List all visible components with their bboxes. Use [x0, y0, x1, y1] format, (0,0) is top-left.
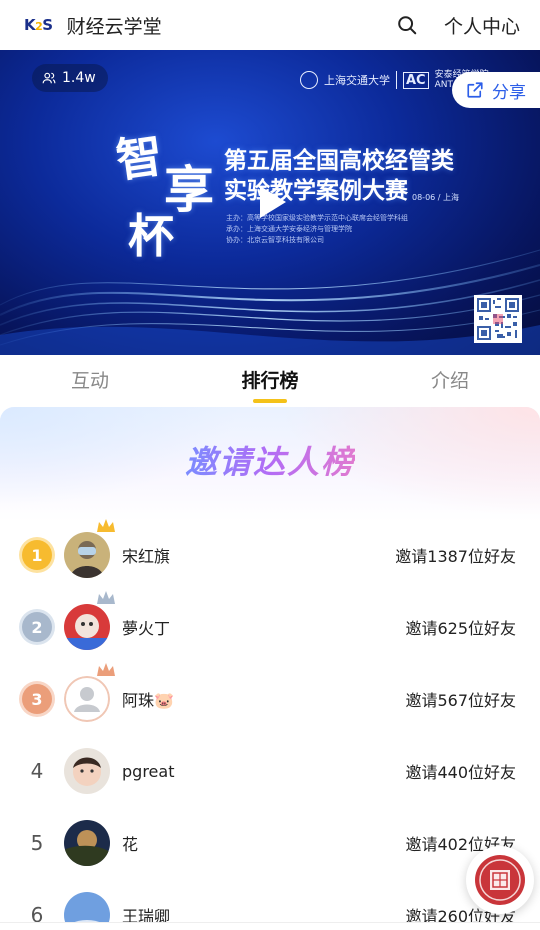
share-icon	[467, 82, 483, 98]
invite-count: 邀请1387位好友	[395, 547, 516, 566]
college-logo: AC	[403, 71, 429, 89]
viewer-count-badge: 1.4w	[32, 64, 108, 92]
profile-center-link[interactable]: 个人中心	[444, 12, 520, 39]
avatar-wrap	[64, 591, 115, 650]
silver-medal-icon: 2	[22, 612, 52, 642]
logo-letter-s: S	[42, 16, 53, 34]
play-icon[interactable]	[248, 180, 292, 224]
university-seal-icon	[300, 71, 318, 89]
bottom-edge	[0, 922, 540, 930]
invite-count: 邀请440位好友	[405, 763, 516, 782]
avatar-wrap	[64, 519, 115, 578]
avatar-wrap	[64, 820, 110, 866]
people-icon	[42, 72, 56, 84]
silver-crown-icon	[97, 591, 115, 604]
share-button[interactable]: 分享	[452, 72, 540, 108]
leaderboard-row[interactable]: 1 宋红旗 邀请1387位好友	[0, 519, 540, 591]
leaderboard-title-text: 邀请达人榜	[184, 443, 355, 481]
avatar[interactable]	[64, 532, 110, 578]
tab-leaderboard[interactable]: 排行榜	[210, 355, 330, 407]
brand-char-1: 智	[112, 128, 166, 188]
invite-count: 邀请625位好友	[405, 619, 516, 638]
logo-divider	[396, 71, 397, 89]
competition-date-place: 08-06 / 上海	[412, 193, 460, 202]
top-bar: K2S 财经云学堂 个人中心	[0, 0, 540, 50]
gold-crown-icon	[97, 519, 115, 532]
rank-number: 4	[30, 759, 44, 783]
avatar[interactable]	[64, 604, 110, 650]
share-label: 分享	[492, 82, 526, 103]
invite-count: 邀请567位好友	[405, 691, 516, 710]
leaderboard-row[interactable]: 4 pgreat 邀请440位好友	[0, 735, 540, 807]
rank-number: 5	[30, 831, 44, 855]
rank-cell: 2	[22, 612, 64, 642]
rank-cell: 4	[22, 759, 64, 783]
leaderboard-row[interactable]: 5 花 邀请402位好友	[0, 807, 540, 879]
leaderboard-panel: 邀请达人榜 1 宋红旗 邀请1387位好友 2 夢火丁 邀请625位好友 3 阿…	[0, 407, 540, 930]
viewer-count: 1.4w	[62, 70, 96, 86]
leaderboard-row[interactable]: 2 夢火丁 邀请625位好友	[0, 591, 540, 663]
leaderboard-list: 1 宋红旗 邀请1387位好友 2 夢火丁 邀请625位好友 3 阿珠🐷 邀请5…	[0, 519, 540, 930]
user-name: 夢火丁	[122, 619, 171, 638]
leaderboard-row[interactable]: 3 阿珠🐷 邀请567位好友	[0, 663, 540, 735]
tab-introduction[interactable]: 介绍	[390, 355, 510, 407]
gold-medal-icon: 1	[22, 540, 52, 570]
avatar[interactable]	[64, 820, 110, 866]
competition-title-line1: 第五届全国高校经管类	[224, 148, 454, 174]
floating-seal-button[interactable]	[466, 846, 534, 914]
user-name: pgreat	[122, 761, 175, 781]
rank-cell: 5	[22, 831, 64, 855]
university-name: 上海交通大学	[324, 74, 390, 87]
seal-stamp-icon	[475, 855, 525, 905]
leaderboard-title: 邀请达人榜	[0, 437, 540, 483]
avatar-wrap	[64, 663, 115, 722]
default-avatar-icon[interactable]	[64, 676, 110, 722]
bronze-medal-icon: 3	[22, 684, 52, 714]
bronze-crown-icon	[97, 663, 115, 676]
qr-code-icon	[474, 295, 522, 343]
avatar[interactable]	[64, 748, 110, 794]
rank-cell: 3	[22, 684, 64, 714]
tab-bar: 互动 排行榜 介绍	[0, 355, 540, 407]
organizer-line: 承办：上海交通大学安泰经济与管理学院	[226, 225, 352, 233]
brand-char-3: 杯	[128, 209, 174, 263]
user-name: 花	[122, 835, 139, 854]
search-button[interactable]	[392, 10, 422, 40]
app-logo[interactable]: K2S	[24, 16, 53, 34]
app-title: 财经云学堂	[66, 15, 162, 38]
rank-cell: 1	[22, 540, 64, 570]
tab-interaction[interactable]: 互动	[30, 355, 150, 407]
avatar-wrap	[64, 748, 110, 794]
user-name: 阿珠🐷	[122, 691, 174, 710]
search-icon	[398, 16, 417, 35]
video-banner[interactable]: 1.4w 上海交通大学 AC 安泰经管学院 ANTAI COLLEGE 分享 智…	[0, 50, 540, 355]
organizer-line: 协办：北京云智享科技有限公司	[226, 236, 324, 244]
logo-letter-k: K	[24, 16, 36, 34]
user-name: 宋红旗	[122, 547, 171, 566]
